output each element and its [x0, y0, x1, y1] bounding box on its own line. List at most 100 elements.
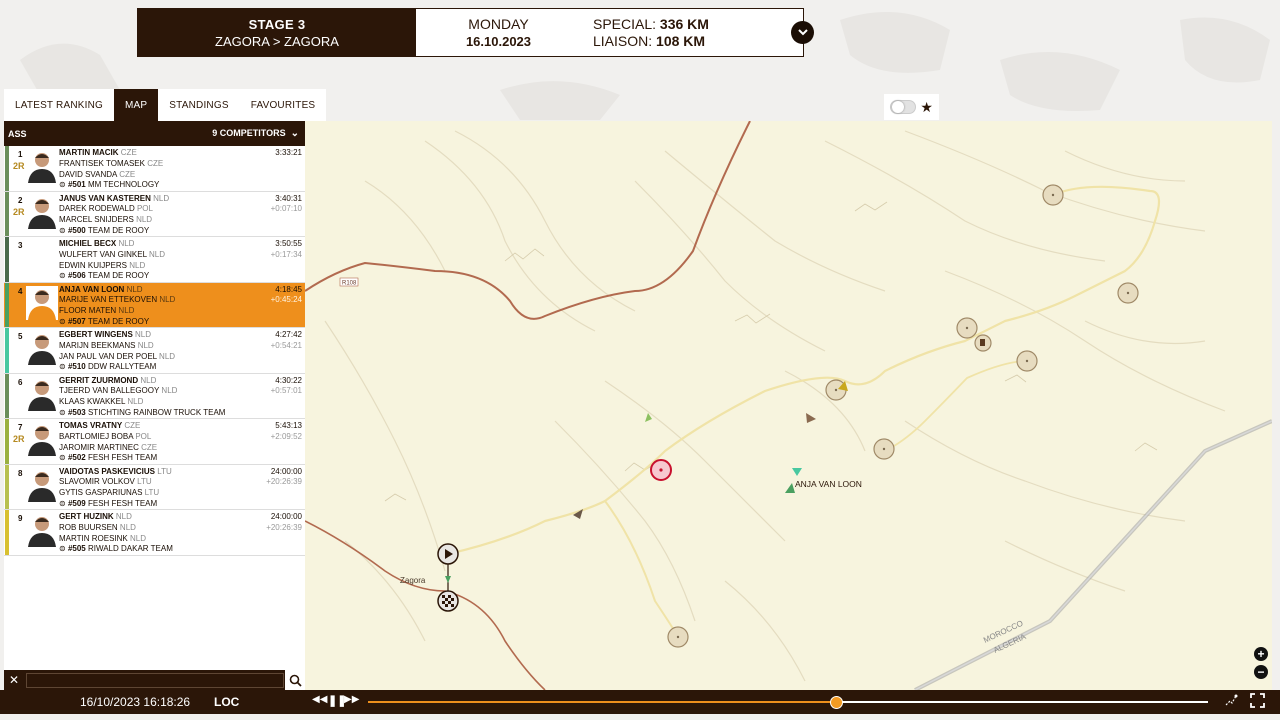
timeline-thumb[interactable] — [829, 696, 843, 709]
ranking-row[interactable]: 4 ANJA VAN LOON NLD MARIJE VAN ETTEKOVEN… — [4, 282, 305, 328]
category-label: ASS — [8, 128, 27, 139]
start-flag-icon[interactable] — [437, 543, 459, 565]
codriver-name: KLAAS KWAKKEL NLD — [59, 397, 144, 407]
driver-name: ANJA VAN LOON NLD — [59, 284, 143, 294]
stage-time: 4:18:45 — [275, 284, 302, 294]
position-number: 3 — [18, 241, 23, 250]
category-color-bar — [5, 282, 9, 327]
driver-name: EGBERT WINGENS NLD — [59, 330, 152, 339]
ranking-row[interactable]: 3 MICHIEL BECX NLD WULFERT VAN GINKEL NL… — [4, 237, 305, 283]
team-line: ⊜ #507 TEAM DE ROOY — [59, 316, 150, 326]
page-edge — [1272, 121, 1280, 690]
codriver-name: WULFERT VAN GINKEL NLD — [59, 249, 165, 259]
codriver-name: ROB BUURSEN NLD — [59, 522, 136, 532]
team-icon: ⊜ — [59, 225, 66, 235]
team-line: ⊜ #509 FESH FESH TEAM — [59, 498, 158, 508]
path-icon[interactable] — [1224, 693, 1238, 710]
category-color-bar — [5, 237, 9, 282]
finish-flag-icon[interactable] — [437, 590, 459, 612]
road-south — [305, 520, 546, 690]
time-column: 24:00:00 +20:26:39 — [266, 512, 302, 534]
time-column: 24:00:00 +20:26:39 — [266, 467, 302, 489]
time-gap: +0:57:01 — [270, 386, 302, 396]
category-color-bar — [5, 328, 9, 373]
team-icon: ⊜ — [59, 271, 66, 281]
competitors-dropdown[interactable]: 9 COMPETITORS ⌄ — [212, 128, 299, 139]
terrain-relief — [324, 130, 1226, 682]
tab-standings[interactable]: STANDINGS — [158, 89, 240, 121]
ranking-row[interactable]: 2 2R JANUS VAN KASTEREN NLD DAREK RODEWA… — [4, 191, 305, 237]
competitor-marker-anja[interactable] — [792, 468, 802, 476]
category-tag: 2R — [13, 434, 25, 444]
avatar — [26, 422, 58, 456]
codriver-name: DAVID SVANDA CZE — [59, 169, 136, 179]
ranking-row[interactable]: 5 EGBERT WINGENS NLD MARIJN BEEKMANS NLD… — [4, 328, 305, 374]
stage-expand-button[interactable] — [791, 21, 814, 44]
position-number: 9 — [18, 514, 23, 523]
team-line: ⊜ #505 RIWALD DAKAR TEAM — [59, 544, 173, 554]
highlighted-waypoint[interactable] — [650, 459, 672, 481]
favourites-toggle[interactable] — [890, 100, 917, 114]
avatar — [26, 149, 58, 183]
ranking-row[interactable]: 9 GERT HUZINK NLD ROB BUURSEN NLD MARTIN… — [4, 510, 305, 556]
driver-name: GERT HUZINK NLD — [59, 512, 132, 521]
driver-name: VAIDOTAS PASKEVICIUS LTU — [59, 466, 172, 476]
position-number: 6 — [18, 377, 23, 387]
team-line: ⊜ #500 TEAM DE ROOY — [59, 225, 150, 235]
codriver-name: EDWIN KUIJPERS NLD — [59, 260, 146, 270]
competitor-marker[interactable] — [806, 413, 816, 423]
fullscreen-icon[interactable] — [1250, 693, 1265, 711]
driver-name: TOMAS VRATNY CZE — [59, 421, 141, 430]
close-icon[interactable]: ✕ — [4, 673, 24, 687]
zoom-out-button[interactable]: − — [1254, 665, 1268, 679]
map-view[interactable]: R108 MOROCCO ALGERIA ANJA VAN LOON Zagor… — [305, 121, 1272, 690]
avatar — [26, 513, 58, 547]
stage-header: STAGE 3 ZAGORA > ZAGORA MONDAY 16.10.202… — [137, 8, 804, 57]
avatar — [26, 331, 58, 365]
crew-names: ANJA VAN LOON NLD MARIJE VAN ETTEKOVEN N… — [59, 285, 175, 328]
stage-time: 24:00:00 — [270, 466, 302, 476]
ranking-row[interactable]: 7 2R TOMAS VRATNY CZE BARTLOMIEJ BOBA PO… — [4, 419, 305, 465]
map-canvas[interactable]: R108 MOROCCO ALGERIA ANJA VAN LOON Zagor… — [305, 121, 1272, 690]
position-number: 8 — [18, 468, 23, 478]
competitor-marker[interactable] — [785, 483, 795, 493]
ranking-row[interactable]: 8 VAIDOTAS PASKEVICIUS LTU SLAVOMIR VOLK… — [4, 464, 305, 510]
star-icon[interactable]: ★ — [920, 99, 933, 116]
team-icon: ⊜ — [59, 453, 66, 463]
team-icon: ⊜ — [59, 407, 66, 417]
zoom-in-button[interactable]: + — [1254, 647, 1268, 661]
tab-favourites[interactable]: FAVOURITES — [239, 89, 327, 121]
competitor-marker[interactable] — [573, 509, 583, 519]
tab-latest-ranking[interactable]: LATEST RANKING — [4, 89, 115, 121]
rewind-icon[interactable]: ◀◀ — [312, 694, 327, 705]
search-input[interactable] — [26, 672, 284, 688]
category-color-bar — [5, 373, 9, 418]
team-line: ⊜ #502 FESH FESH TEAM — [59, 453, 158, 463]
search-icon[interactable] — [285, 670, 305, 690]
team-icon: ⊜ — [59, 498, 66, 508]
avatar — [26, 194, 58, 229]
timeline-slider[interactable] — [368, 696, 1208, 709]
crew-names: MICHIEL BECX NLD WULFERT VAN GINKEL NLD … — [59, 239, 165, 282]
timeline-progress — [368, 701, 836, 703]
team-line: ⊜ #510 DDW RALLYTEAM — [59, 362, 157, 372]
stage-date: 16.10.2023 — [465, 34, 532, 49]
time-gap: +20:26:39 — [266, 477, 302, 487]
stage-time: 4:27:42 — [275, 330, 302, 339]
waypoints — [667, 184, 1139, 648]
time-gap: +0:54:21 — [270, 340, 302, 350]
ranking-row[interactable]: 1 2R MARTIN MACIK CZE FRANTISEK TOMASEK … — [4, 146, 305, 192]
codriver-name: GYTIS GASPARIUNAS LTU — [59, 488, 160, 498]
forward-icon[interactable]: ▶▶ — [344, 694, 359, 705]
tab-map[interactable]: MAP — [114, 89, 159, 121]
timezone-toggle[interactable]: LOC — [214, 695, 239, 709]
crew-names: EGBERT WINGENS NLD MARIJN BEEKMANS NLD J… — [59, 330, 175, 373]
fuel-icon[interactable] — [974, 334, 992, 352]
main-tabs: LATEST RANKING MAP STANDINGS FAVOURITES — [4, 89, 327, 121]
ranking-header: ASS 9 COMPETITORS ⌄ — [4, 121, 305, 146]
stage-time: 5:43:13 — [275, 421, 302, 430]
team-icon: ⊜ — [59, 180, 66, 190]
time-gap: +0:45:24 — [270, 295, 302, 305]
ranking-row[interactable]: 6 GERRIT ZUURMOND NLD TJEERD VAN BALLEGO… — [4, 373, 305, 419]
codriver-name: DAREK RODEWALD POL — [59, 204, 153, 214]
